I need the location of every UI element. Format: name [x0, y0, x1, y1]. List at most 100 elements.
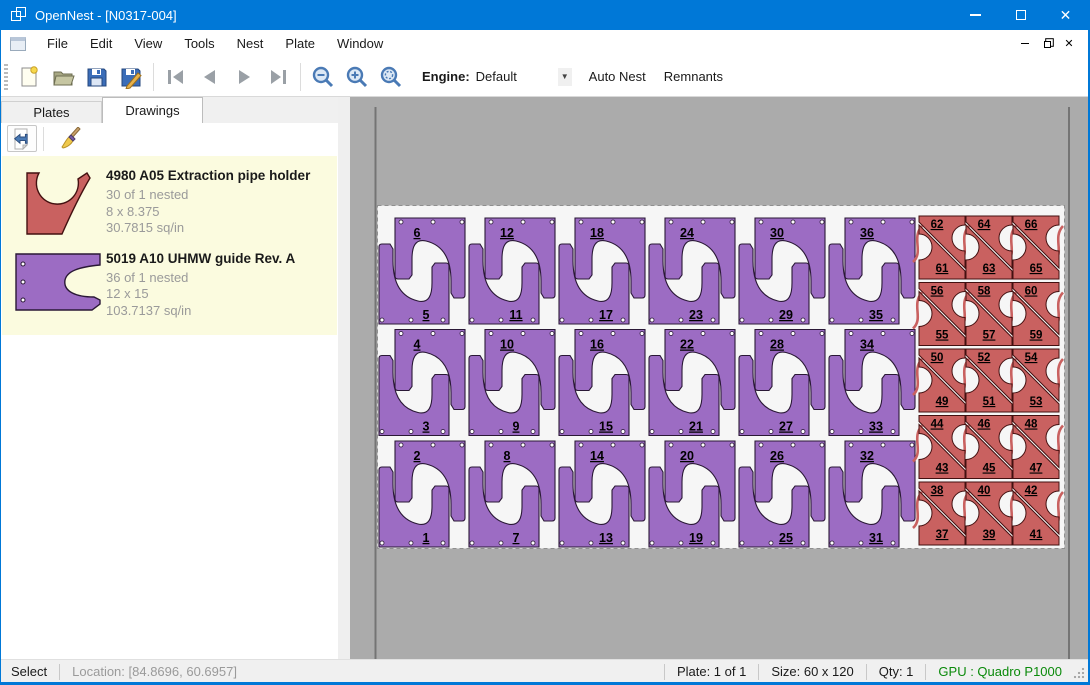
part-number: 46 [978, 419, 991, 431]
part-hole [499, 541, 503, 545]
part-hole [611, 443, 615, 447]
engine-value: Default [476, 69, 554, 84]
zoom-fit-icon[interactable] [374, 61, 408, 93]
part-hole [910, 443, 914, 447]
part-hole [550, 443, 554, 447]
part-hole [801, 541, 805, 545]
tab-drawings[interactable]: Drawings [102, 97, 203, 123]
panel-splitter[interactable] [338, 97, 350, 659]
open-folder-icon[interactable] [46, 61, 80, 93]
go-first-icon[interactable] [159, 61, 193, 93]
part-hole [611, 220, 615, 224]
part-hole [521, 443, 525, 447]
part-hole [489, 443, 493, 447]
part-number: 27 [779, 420, 793, 434]
part-hole [849, 443, 853, 447]
part-hole [650, 430, 654, 434]
menu-plate[interactable]: Plate [274, 32, 326, 55]
status-qty: Qty: 1 [875, 664, 918, 679]
part-hole [460, 220, 464, 224]
part-hole [801, 430, 805, 434]
part-number: 48 [1025, 419, 1038, 431]
part-number: 28 [770, 338, 784, 352]
menu-view[interactable]: View [123, 32, 173, 55]
part-number: 23 [689, 308, 703, 322]
child-close-icon[interactable]: ✕ [1058, 34, 1080, 54]
drawings-panel: Plates Drawings [1, 97, 338, 659]
engine-label: Engine: [422, 69, 470, 84]
part-number: 42 [1025, 485, 1038, 497]
clear-broom-icon[interactable] [56, 125, 86, 152]
auto-nest-button[interactable]: Auto Nest [580, 63, 655, 90]
save-edit-icon[interactable] [114, 61, 148, 93]
remnants-button[interactable]: Remnants [655, 63, 732, 90]
part-hole [679, 541, 683, 545]
part-number: 60 [1025, 286, 1038, 298]
tab-plates[interactable]: Plates [1, 101, 102, 123]
status-bar: Select Location: [84.8696, 60.6957] Plat… [1, 659, 1088, 683]
menu-window[interactable]: Window [326, 32, 394, 55]
part-number: 52 [978, 352, 991, 364]
status-gpu: GPU : Quadro P1000 [934, 664, 1066, 679]
part-hole [441, 430, 445, 434]
part-hole [701, 220, 705, 224]
part-hole [791, 332, 795, 336]
part-hole [560, 430, 564, 434]
part-hole [701, 443, 705, 447]
part-number: 6 [414, 226, 421, 240]
nest-canvas[interactable]: 6543211211109871817161514132423222120193… [350, 97, 1089, 659]
menu-file[interactable]: File [36, 32, 79, 55]
part-number: 62 [931, 219, 944, 231]
part-hole [460, 443, 464, 447]
part-hole [531, 318, 535, 322]
part-number: 38 [931, 485, 944, 497]
part-hole [409, 541, 413, 545]
part-number: 39 [983, 529, 996, 541]
zoom-out-icon[interactable] [306, 61, 340, 93]
part-number: 53 [1030, 396, 1043, 408]
part-hole [460, 332, 464, 336]
maximize-icon[interactable] [998, 0, 1043, 30]
go-last-icon[interactable] [261, 61, 295, 93]
go-previous-icon[interactable] [193, 61, 227, 93]
part-hole [611, 332, 615, 336]
part-hole [891, 430, 895, 434]
chevron-down-icon[interactable]: ▼ [558, 68, 572, 86]
resize-grip[interactable] [1072, 666, 1085, 679]
part-hole [881, 332, 885, 336]
new-document-icon[interactable] [12, 61, 46, 93]
mdi-child-icon[interactable] [10, 37, 26, 51]
child-minimize-icon[interactable] [1014, 34, 1036, 54]
zoom-in-icon[interactable] [340, 61, 374, 93]
part-hole [820, 443, 824, 447]
drawing-item[interactable]: 4980 A05 Extraction pipe holder 30 of 1 … [2, 162, 337, 245]
part-number: 34 [860, 338, 874, 352]
part-hole [640, 220, 644, 224]
part-number: 29 [779, 308, 793, 322]
go-next-icon[interactable] [227, 61, 261, 93]
part-number: 54 [1025, 352, 1038, 364]
part-number: 50 [931, 352, 944, 364]
save-icon[interactable] [80, 61, 114, 93]
part-hole [409, 430, 413, 434]
menu-edit[interactable]: Edit [79, 32, 123, 55]
part-hole [470, 318, 474, 322]
part-number: 66 [1025, 219, 1038, 231]
close-icon[interactable]: ✕ [1043, 0, 1088, 30]
part-number: 26 [770, 449, 784, 463]
menu-tools[interactable]: Tools [173, 32, 225, 55]
engine-combobox[interactable]: Default ▼ [476, 68, 572, 86]
part-hole [621, 541, 625, 545]
menu-nest[interactable]: Nest [226, 32, 275, 55]
toolbar-grip[interactable] [4, 64, 8, 90]
part-hole [711, 541, 715, 545]
import-drawing-icon[interactable] [7, 125, 37, 152]
child-restore-icon[interactable] [1036, 34, 1058, 54]
drawing-item[interactable]: 5019 A10 UHMW guide Rev. A 36 of 1 neste… [2, 245, 337, 328]
nest-viewport: 6543211211109871817161514132423222120193… [350, 97, 1089, 659]
part-number: 12 [500, 226, 514, 240]
minimize-icon[interactable] [953, 0, 998, 30]
part-number: 22 [680, 338, 694, 352]
part-hole [891, 541, 895, 545]
part-hole [550, 220, 554, 224]
